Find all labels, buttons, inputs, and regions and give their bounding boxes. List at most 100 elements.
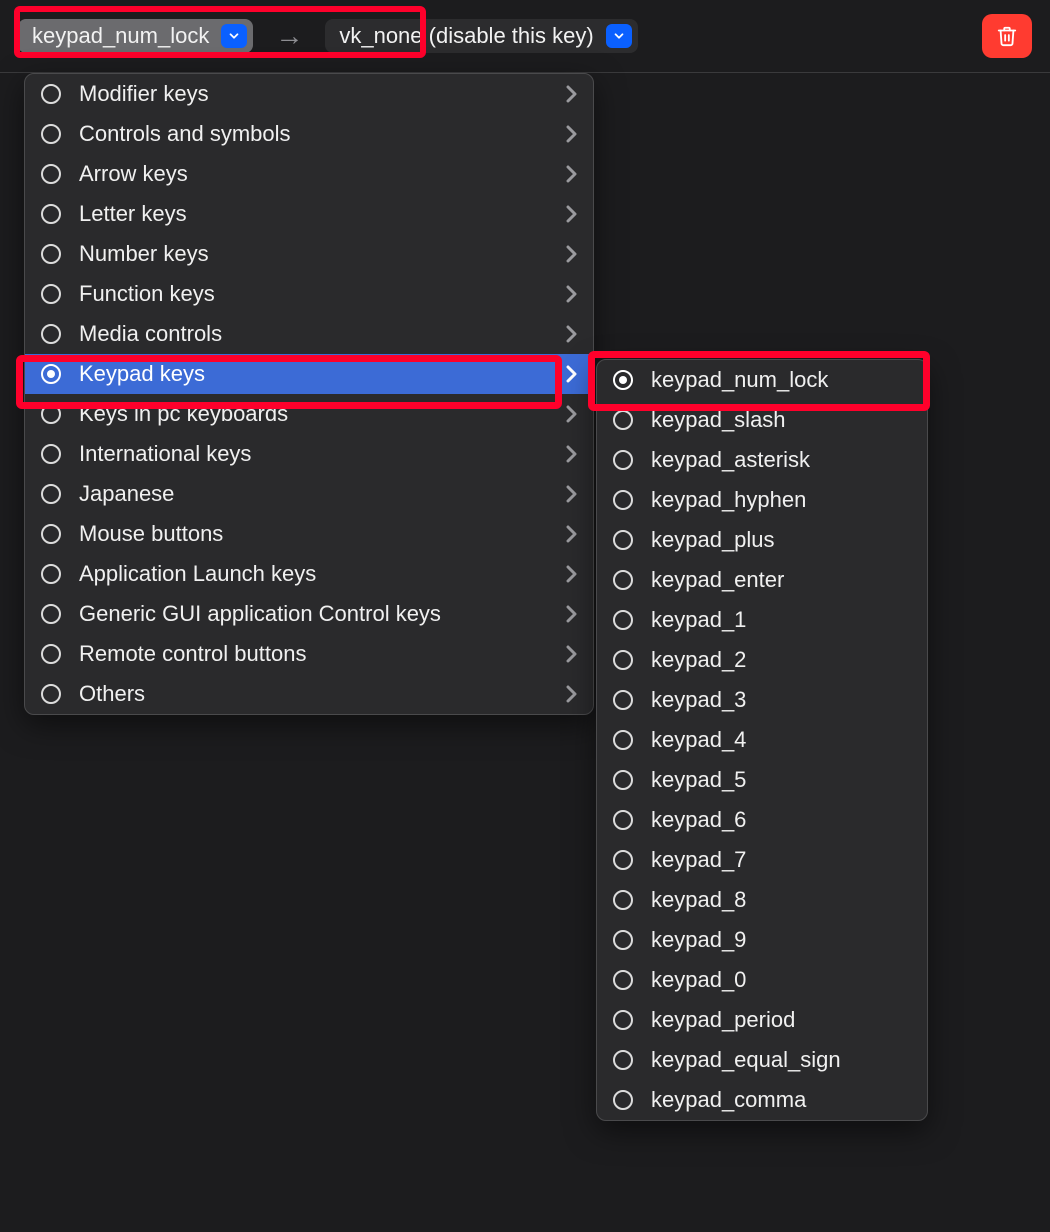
category-item[interactable]: Generic GUI application Control keys	[25, 594, 593, 634]
category-item[interactable]: Media controls	[25, 314, 593, 354]
category-label: International keys	[79, 441, 555, 467]
submenu-label: keypad_num_lock	[651, 367, 911, 393]
submenu-item[interactable]: keypad_5	[597, 760, 927, 800]
radio-icon	[41, 484, 61, 504]
radio-icon	[41, 164, 61, 184]
submenu-item[interactable]: keypad_asterisk	[597, 440, 927, 480]
category-label: Function keys	[79, 281, 555, 307]
category-label: Application Launch keys	[79, 561, 555, 587]
category-item[interactable]: Keys in pc keyboards	[25, 394, 593, 434]
radio-icon	[613, 410, 633, 430]
submenu-item[interactable]: keypad_0	[597, 960, 927, 1000]
radio-icon	[613, 890, 633, 910]
submenu-label: keypad_slash	[651, 407, 911, 433]
category-item[interactable]: Mouse buttons	[25, 514, 593, 554]
submenu-label: keypad_plus	[651, 527, 911, 553]
radio-icon	[613, 450, 633, 470]
category-label: Arrow keys	[79, 161, 555, 187]
to-key-dropdown[interactable]: vk_none (disable this key)	[325, 19, 637, 53]
from-key-value: keypad_num_lock	[32, 23, 209, 49]
radio-icon	[613, 1090, 633, 1110]
submenu-label: keypad_8	[651, 887, 911, 913]
radio-icon	[41, 364, 61, 384]
submenu-item[interactable]: keypad_hyphen	[597, 480, 927, 520]
submenu-label: keypad_comma	[651, 1087, 911, 1113]
category-item[interactable]: Number keys	[25, 234, 593, 274]
categories-menu: Modifier keys Controls and symbols Arrow k…	[24, 73, 594, 715]
category-item[interactable]: International keys	[25, 434, 593, 474]
category-label: Keypad keys	[79, 361, 555, 387]
submenu-label: keypad_4	[651, 727, 911, 753]
radio-icon	[41, 284, 61, 304]
radio-icon	[41, 684, 61, 704]
mapping-toolbar: keypad_num_lock → vk_none (disable this …	[0, 0, 1050, 73]
submenu-item[interactable]: keypad_4	[597, 720, 927, 760]
radio-icon	[613, 1010, 633, 1030]
category-label: Controls and symbols	[79, 121, 555, 147]
submenu-item[interactable]: keypad_plus	[597, 520, 927, 560]
category-label: Modifier keys	[79, 81, 555, 107]
submenu-label: keypad_0	[651, 967, 911, 993]
submenu-label: keypad_2	[651, 647, 911, 673]
submenu-label: keypad_hyphen	[651, 487, 911, 513]
radio-icon	[613, 370, 633, 390]
submenu-item[interactable]: keypad_9	[597, 920, 927, 960]
radio-icon	[41, 404, 61, 424]
category-item[interactable]: Others	[25, 674, 593, 714]
category-item[interactable]: Arrow keys	[25, 154, 593, 194]
to-key-value: vk_none (disable this key)	[339, 23, 593, 49]
submenu-label: keypad_1	[651, 607, 911, 633]
category-label: Others	[79, 681, 555, 707]
submenu-item[interactable]: keypad_2	[597, 640, 927, 680]
submenu-label: keypad_equal_sign	[651, 1047, 911, 1073]
submenu-item[interactable]: keypad_period	[597, 1000, 927, 1040]
trash-icon	[996, 24, 1018, 48]
category-item[interactable]: Japanese	[25, 474, 593, 514]
category-item[interactable]: Keypad keys	[25, 354, 593, 394]
radio-icon	[613, 610, 633, 630]
submenu-item[interactable]: keypad_num_lock	[597, 360, 927, 400]
submenu-label: keypad_9	[651, 927, 911, 953]
radio-icon	[41, 524, 61, 544]
radio-icon	[41, 244, 61, 264]
category-item[interactable]: Function keys	[25, 274, 593, 314]
category-label: Mouse buttons	[79, 521, 555, 547]
submenu-item[interactable]: keypad_enter	[597, 560, 927, 600]
category-label: Keys in pc keyboards	[79, 401, 555, 427]
radio-icon	[613, 730, 633, 750]
submenu-item[interactable]: keypad_comma	[597, 1080, 927, 1120]
category-item[interactable]: Letter keys	[25, 194, 593, 234]
submenu-label: keypad_period	[651, 1007, 911, 1033]
submenu-item[interactable]: keypad_equal_sign	[597, 1040, 927, 1080]
radio-icon	[613, 530, 633, 550]
category-item[interactable]: Controls and symbols	[25, 114, 593, 154]
category-item[interactable]: Modifier keys	[25, 74, 593, 114]
category-label: Letter keys	[79, 201, 555, 227]
radio-icon	[613, 930, 633, 950]
radio-icon	[613, 810, 633, 830]
radio-icon	[41, 444, 61, 464]
radio-icon	[41, 84, 61, 104]
submenu-item[interactable]: keypad_8	[597, 880, 927, 920]
category-item[interactable]: Application Launch keys	[25, 554, 593, 594]
category-label: Japanese	[79, 481, 555, 507]
submenu-label: keypad_5	[651, 767, 911, 793]
radio-icon	[613, 970, 633, 990]
submenu-item[interactable]: keypad_3	[597, 680, 927, 720]
submenu-label: keypad_enter	[651, 567, 911, 593]
submenu-item[interactable]: keypad_7	[597, 840, 927, 880]
from-key-dropdown[interactable]: keypad_num_lock	[18, 19, 253, 53]
category-label: Generic GUI application Control keys	[79, 601, 555, 627]
radio-icon	[613, 650, 633, 670]
submenu-item[interactable]: keypad_slash	[597, 400, 927, 440]
delete-button[interactable]	[982, 14, 1032, 58]
radio-icon	[41, 204, 61, 224]
category-item[interactable]: Remote control buttons	[25, 634, 593, 674]
radio-icon	[613, 1050, 633, 1070]
radio-icon	[41, 644, 61, 664]
submenu: keypad_num_lock keypad_slash keypad_asteri…	[596, 359, 928, 1121]
radio-icon	[41, 604, 61, 624]
submenu-label: keypad_3	[651, 687, 911, 713]
submenu-item[interactable]: keypad_1	[597, 600, 927, 640]
submenu-item[interactable]: keypad_6	[597, 800, 927, 840]
